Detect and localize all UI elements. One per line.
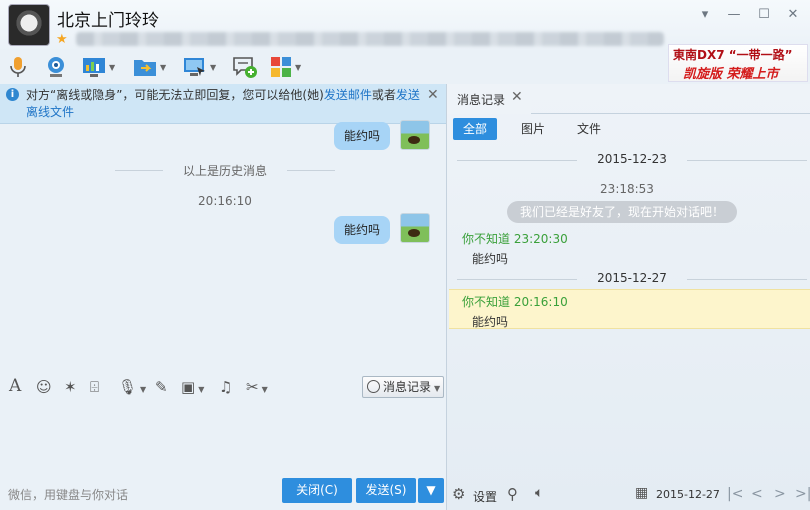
- edit-icon[interactable]: ✎: [155, 378, 168, 396]
- bottom-bar: 微信，用键盘与你对话 关闭(C) 发送(S) ▼: [0, 478, 446, 510]
- settings-label[interactable]: 设置: [473, 488, 497, 505]
- offline-notice-banner: i 对方“离线或隐身”，可能无法立即回复，您可以给他(她)发送邮件或者发送离线文…: [0, 84, 446, 124]
- tab-close-icon[interactable]: ✕: [511, 89, 523, 105]
- message-history-button[interactable]: 消息记录 ▼: [362, 376, 444, 398]
- close-icon[interactable]: ✕: [783, 6, 803, 24]
- date-label: 2015-12-27: [597, 271, 667, 285]
- add-message-icon[interactable]: [232, 54, 258, 80]
- search-icon[interactable]: ⚲: [507, 485, 518, 503]
- date-label: 2015-12-23: [597, 152, 667, 166]
- ad-line2: 凯旋版 荣耀上市: [683, 67, 779, 82]
- apps-icon[interactable]: ▼: [270, 54, 301, 80]
- remote-desktop-icon[interactable]: ▼: [183, 54, 216, 80]
- chat-toolbar: ▼ ▼ ▼ ▼: [0, 52, 665, 84]
- history-message[interactable]: 能约吗: [472, 250, 508, 267]
- message-timestamp: 20:16:10: [198, 194, 252, 208]
- magic-wand-icon[interactable]: ✶: [64, 378, 77, 396]
- send-mail-link[interactable]: 发送邮件: [324, 88, 372, 102]
- prev-page-icon[interactable]: <: [751, 486, 763, 502]
- history-label: 以上是历史消息: [182, 164, 267, 178]
- system-message: 我们已经是好友了，现在开始对话吧！: [507, 201, 737, 223]
- voice-icon[interactable]: 🎙︎ ▼: [118, 378, 146, 396]
- system-time: 23:18:53: [600, 182, 654, 196]
- my-avatar[interactable]: [400, 213, 430, 243]
- message-bubble[interactable]: 能约吗: [334, 216, 391, 244]
- emoji-icon[interactable]: ☺: [36, 378, 52, 396]
- contact-signature-blurred: [76, 32, 664, 46]
- chevron-down-icon[interactable]: ▾: [695, 6, 715, 24]
- message-bubble[interactable]: 能约吗: [334, 122, 391, 150]
- filter-all[interactable]: 全部: [453, 118, 498, 140]
- microphone-icon[interactable]: [8, 54, 28, 80]
- maximize-icon[interactable]: ☐: [754, 6, 774, 24]
- history-sender[interactable]: 你不知道 23:20:30: [462, 230, 568, 247]
- notice-text-mid: 或者: [371, 88, 396, 102]
- minimize-icon[interactable]: —: [724, 6, 744, 24]
- history-panel-footer: ⚙ 设置 ⚲ 🔈︎ ▦ 2015-12-27 |< < > >|: [447, 480, 810, 510]
- input-hint: 微信，用键盘与你对话: [8, 488, 129, 502]
- shake-icon[interactable]: ⌹: [90, 378, 99, 396]
- notice-text: 对方“离线或隐身”，可能无法立即回复，您可以给他(她)发送邮件或者发送离线文件: [26, 87, 426, 121]
- music-icon[interactable]: ♫: [219, 378, 232, 396]
- send-options-chevron-icon[interactable]: ▼: [418, 478, 444, 503]
- banner-close-icon[interactable]: ✕: [427, 87, 439, 103]
- image-icon[interactable]: ▣ ▼: [181, 378, 204, 396]
- next-page-icon[interactable]: >: [774, 486, 786, 502]
- notice-text-prefix: 对方“离线或隐身”，可能无法立即回复，您可以给他(她): [26, 88, 324, 102]
- star-icon[interactable]: ★: [56, 32, 68, 47]
- message-history-label: 消息记录: [383, 380, 432, 394]
- speaker-icon[interactable]: 🔈︎: [535, 485, 543, 501]
- tab-divider: [531, 113, 810, 114]
- close-button[interactable]: 关闭(C): [282, 478, 352, 503]
- tab-label: 消息记录: [457, 93, 506, 107]
- date-divider: 2015-12-27: [457, 271, 807, 287]
- chat-message-area[interactable]: 能约吗 以上是历史消息 20:16:10 能约吗: [0, 120, 446, 371]
- scissors-icon[interactable]: ✂ ▼: [246, 378, 268, 396]
- send-button[interactable]: 发送(S): [356, 478, 416, 503]
- video-camera-icon[interactable]: [44, 54, 68, 80]
- ad-line1: 東南DX7 “一带一路”: [673, 48, 793, 62]
- ad-banner[interactable]: 東南DX7 “一带一路” 凯旋版 荣耀上市: [668, 44, 808, 82]
- share-screen-icon[interactable]: ▼: [82, 54, 115, 80]
- gear-icon[interactable]: ⚙: [452, 485, 465, 503]
- contact-avatar[interactable]: [8, 4, 50, 46]
- history-sender[interactable]: 你不知道 20:16:10: [462, 293, 568, 310]
- current-date[interactable]: 2015-12-27: [656, 488, 720, 501]
- font-icon[interactable]: A: [9, 376, 21, 396]
- history-divider: 以上是历史消息: [115, 162, 335, 178]
- filter-images[interactable]: 图片: [511, 118, 555, 140]
- message-input[interactable]: [0, 402, 446, 478]
- editor-toolbar: A ☺ ✶ ⌹ 🎙︎ ▼ ✎ ▣ ▼ ♫ ✂ ▼ 消息记录 ▼: [0, 372, 446, 402]
- my-avatar[interactable]: [400, 120, 430, 150]
- send-file-icon[interactable]: ▼: [133, 54, 166, 80]
- clock-icon: [367, 380, 380, 393]
- message-history-panel: 消息记录 ✕ 全部 图片 文件 2015-12-23 23:18:53 我们已经…: [446, 84, 810, 510]
- filter-files[interactable]: 文件: [567, 118, 611, 140]
- tab-message-history[interactable]: 消息记录 ✕: [447, 84, 531, 114]
- date-divider: 2015-12-23: [457, 152, 807, 168]
- calendar-icon[interactable]: ▦: [635, 485, 648, 501]
- contact-name[interactable]: 北京上门玲玲: [57, 6, 159, 31]
- history-message[interactable]: 能约吗: [472, 313, 508, 330]
- info-icon: i: [6, 88, 19, 101]
- first-page-icon[interactable]: |<: [727, 486, 743, 502]
- last-page-icon[interactable]: >|: [795, 486, 810, 502]
